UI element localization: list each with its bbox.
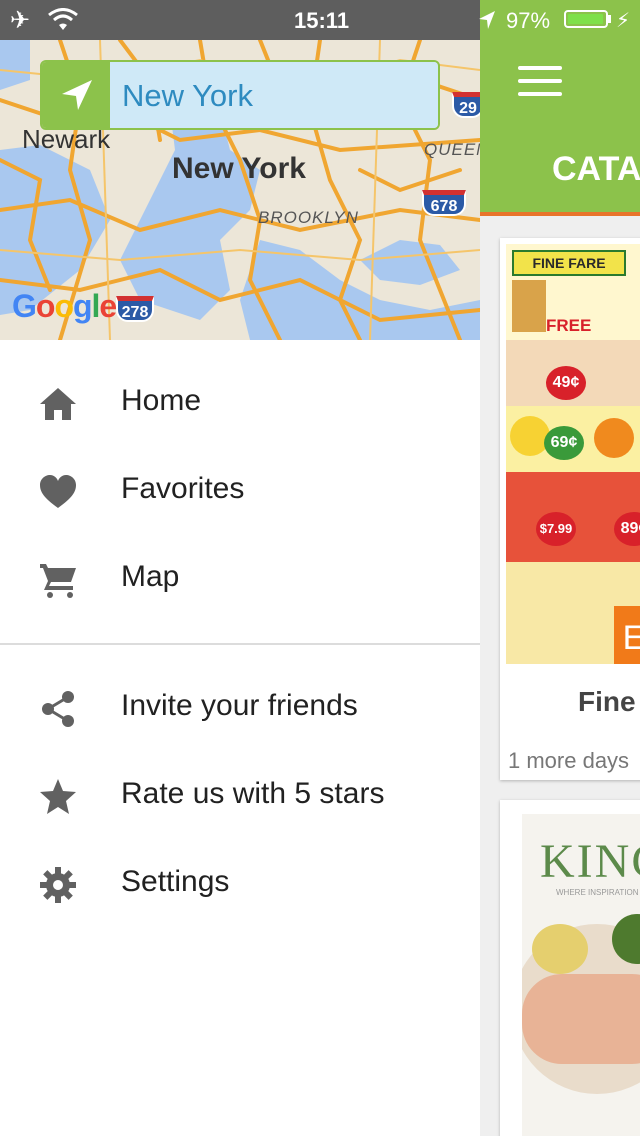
price-tag: 49¢ [546,366,586,400]
home-icon [40,388,76,420]
battery-percent: 97% [506,8,551,33]
potato-image [532,924,588,974]
location-input[interactable]: New York [110,62,438,128]
store-tagline: WHERE INSPIRATION S [556,888,640,897]
orange-image [594,418,634,458]
hamburger-menu-icon[interactable] [518,66,564,96]
menu-item-rate-us[interactable]: Rate us with 5 stars [0,753,480,841]
heart-icon [40,475,76,508]
flyer-image: KINC WHERE INSPIRATION S [522,814,640,1136]
wifi-icon [48,8,78,30]
catalog-remaining-days: 1 more days [508,748,630,773]
menu-label-rate-us: Rate us with 5 stars [121,777,385,810]
menu-item-favorites[interactable]: Favorites [0,448,480,536]
map-label-brooklyn: BROOKLYN [258,208,359,227]
charging-bolt-icon: ⚡ [616,10,631,32]
menu-label-invite-friends: Invite your friends [121,689,358,722]
catalog-card[interactable]: KINC WHERE INSPIRATION S [500,800,640,1136]
location-services-icon [479,11,495,29]
flyer-logo: FINE FARE [512,250,626,276]
share-icon [42,691,74,727]
google-logo: Google [12,288,117,324]
fish-image [522,974,640,1064]
battery-icon [564,10,608,28]
cart-icon [40,564,76,598]
drawer-menu: Home Favorites Map Invite your friends R… [0,340,480,929]
star-icon [40,779,76,814]
highway-shield: 29 [452,92,480,118]
store-logo: KINC [540,835,640,888]
menu-item-invite-friends[interactable]: Invite your friends [0,665,480,753]
gear-icon [40,867,76,903]
price-tag: 69¢ [544,426,584,460]
locate-me-button[interactable] [42,62,110,128]
highway-shield: 678 [422,190,466,216]
menu-item-settings[interactable]: Settings [0,841,480,929]
shopping-bag-image [512,280,546,332]
menu-label-map: Map [121,560,180,593]
menu-label-home: Home [121,384,202,417]
location-selector[interactable]: New York [40,60,440,130]
banana-image [510,416,550,456]
menu-item-home[interactable]: Home [0,360,480,448]
flyer-free-text: FREE [546,316,592,335]
highway-shield: 278 [116,296,154,322]
menu-divider [0,643,480,645]
status-bar: ✈ 15:11 97% ⚡ [0,0,640,40]
airplane-mode-icon: ✈ [10,7,31,34]
tab-catalogs[interactable]: CATAI [552,150,640,189]
navigation-drawer: Newark New York BROOKLYN QUEEN 95 29 678… [0,0,480,1136]
menu-label-favorites: Favorites [121,472,245,505]
status-time: 15:11 [294,8,350,33]
tab-indicator [480,212,640,216]
menu-label-settings: Settings [121,865,230,898]
map-label-new-york: New York [172,152,306,185]
battery-level [568,14,603,24]
catalog-card[interactable]: FINE FARE FREE 49¢ 69¢ $7.99 89¢ E Fine … [500,238,640,780]
background-app-panel: CATAI FINE FARE FREE 49¢ 69¢ $7.99 89¢ E [480,0,640,1136]
location-value: New York [122,78,253,113]
map-label-queens: QUEEN [424,140,480,159]
catalog-title: Fine [578,686,636,717]
price-tag: $7.99 [536,512,576,546]
flyer-image: FINE FARE FREE 49¢ 69¢ $7.99 89¢ E [506,244,640,664]
expiring-badge: E [614,606,640,664]
menu-item-map[interactable]: Map [0,536,480,624]
location-arrow-icon [62,80,92,110]
price-tag: 89¢ [614,512,640,546]
